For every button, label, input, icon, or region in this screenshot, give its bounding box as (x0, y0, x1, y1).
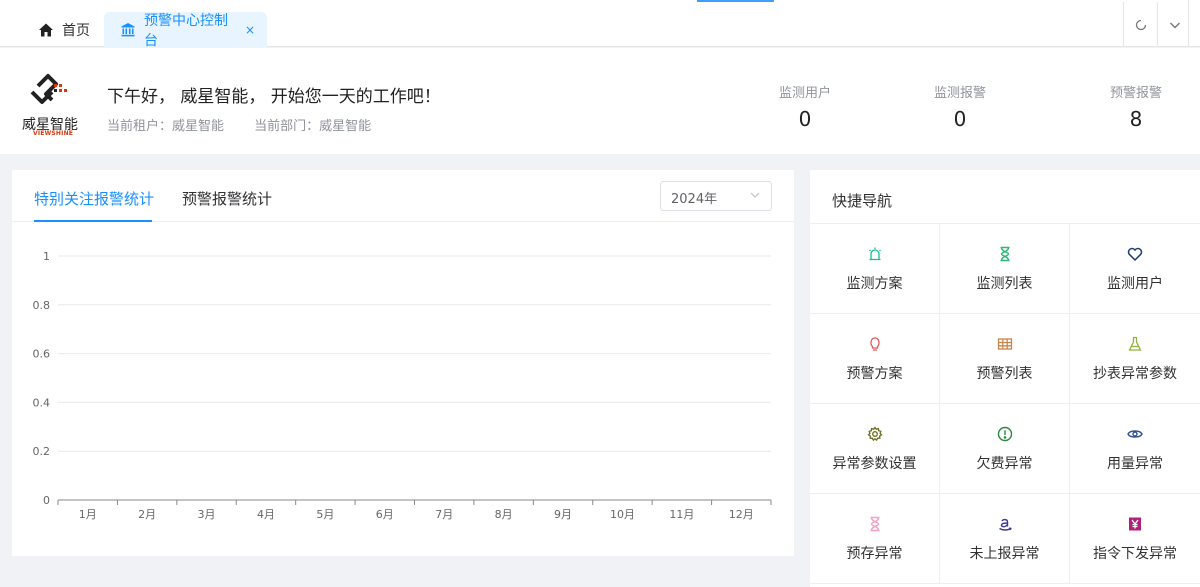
y-tick-label: 0 (43, 494, 50, 507)
stat-label: 预警报警 (1109, 86, 1162, 101)
yen-box-icon (1126, 515, 1144, 533)
x-tick-label: 11月 (669, 508, 694, 521)
stat-monitor-alarms: 监测报警 0 (910, 82, 1010, 131)
hourglass-icon (996, 245, 1014, 263)
stat-label: 监测用户 (778, 86, 831, 101)
eye-icon (1126, 425, 1144, 443)
current-tenant: 当前租户：威星智能 (107, 119, 225, 134)
x-tick-label: 12月 (729, 508, 754, 521)
hourglass-icon (866, 515, 884, 533)
year-select-value: 2024年 (671, 192, 718, 207)
welcome-header: 威星智能 VIEWSHINE 下午好， 威星智能， 开始您一天的工作吧！ 当前租… (0, 48, 1200, 154)
x-tick-label: 9月 (554, 508, 572, 521)
stat-value: 8 (1129, 107, 1143, 131)
refresh-button[interactable] (1123, 2, 1157, 47)
greeting-text: 下午好， 威星智能， 开始您一天的工作吧！ (107, 87, 441, 107)
x-tick-label: 7月 (435, 508, 453, 521)
quick-nav-label: 欠费异常 (976, 455, 1033, 472)
alarm-bar-chart: 00.20.40.60.811月 2月 3月 4月 5月 6月 7月 8月 9月 10月 11月 12… (33, 250, 772, 521)
chart-tabs: 特别关注报警统计 预警报警统计 2024年 (12, 170, 794, 222)
heart-icon (1126, 245, 1144, 263)
gear-icon (866, 425, 884, 443)
stat-value: 0 (798, 107, 812, 131)
quick-nav-item[interactable]: 监测列表 (940, 224, 1070, 314)
quick-nav-label: 指令下发异常 (1093, 545, 1177, 562)
lightbulb-icon (866, 335, 884, 353)
y-tick-label: 0.8 (33, 299, 51, 312)
chevron-down-icon (749, 189, 761, 205)
amazon-icon (996, 515, 1014, 533)
flask-icon (1126, 335, 1144, 353)
logo-text-en: VIEWSHINE (33, 130, 74, 137)
x-tick-label: 6月 (376, 508, 394, 521)
quick-nav-card: 快捷导航 监测方案 监测列表 监测用户预警方案 预警列表 抄表异常参数异常参数设置 欠费异… (810, 170, 1200, 587)
exclamation-circle-icon (996, 425, 1014, 443)
quick-nav-item[interactable]: 用量异常 (1070, 404, 1200, 494)
quick-nav-item[interactable]: 异常参数设置 (810, 404, 940, 494)
tenant-info: 当前租户：威星智能 当前部门：威星智能 (107, 115, 371, 134)
quick-nav-item[interactable]: 预存异常 (810, 494, 940, 584)
y-tick-label: 1 (43, 250, 50, 263)
table-icon (996, 335, 1014, 353)
tab-bar-edge (1188, 0, 1189, 47)
current-department: 当前部门：威星智能 (254, 119, 372, 134)
quick-nav-label: 异常参数设置 (832, 455, 917, 472)
top-accent-bar (697, 0, 774, 2)
tab-warning-alarms[interactable]: 预警报警统计 (182, 188, 272, 209)
quick-nav-label: 用量异常 (1107, 455, 1163, 472)
quick-nav-label: 监测列表 (976, 275, 1033, 292)
x-tick-label: 1月 (79, 508, 97, 521)
refresh-icon (1135, 19, 1146, 30)
quick-nav-item[interactable]: 预警方案 (810, 314, 940, 404)
bank-icon (120, 22, 136, 38)
tab-home-label: 首页 (62, 22, 90, 39)
quick-nav-label: 抄表异常参数 (1093, 365, 1177, 382)
quick-nav-label: 监测方案 (846, 275, 903, 292)
home-icon (38, 22, 54, 38)
tab-bar: 首页 预警中心控制台 × (0, 0, 1200, 49)
stat-value: 0 (953, 107, 967, 131)
y-tick-label: 0.2 (33, 445, 51, 458)
quick-nav-item[interactable]: 预警列表 (940, 314, 1070, 404)
quick-nav-label: 预存异常 (846, 545, 903, 562)
x-tick-label: 2月 (138, 508, 156, 521)
quick-nav-label: 未上报异常 (969, 545, 1040, 562)
y-tick-label: 0.6 (33, 348, 51, 361)
year-select[interactable]: 2024年 (660, 181, 772, 211)
quick-nav-label: 预警方案 (846, 365, 903, 382)
tab-menu-button[interactable] (1157, 2, 1191, 47)
x-tick-label: 5月 (316, 508, 334, 521)
y-tick-label: 0.4 (33, 396, 51, 409)
quick-nav-grid: 监测方案 监测列表 监测用户预警方案 预警列表 抄表异常参数异常参数设置 欠费异常 用量异常… (810, 223, 1200, 584)
tab-warning-console-label: 预警中心控制台 (144, 12, 228, 49)
quick-nav-label: 预警列表 (976, 365, 1033, 382)
tab-special-attention-alarms[interactable]: 特别关注报警统计 (34, 188, 154, 209)
quick-nav-title: 快捷导航 (832, 192, 893, 210)
tab-close-icon[interactable]: × (245, 23, 255, 37)
tab-warning-console[interactable]: 预警中心控制台 × (104, 12, 267, 49)
tab-home[interactable]: 首页 (28, 12, 100, 47)
quick-nav-label: 监测用户 (1107, 275, 1163, 292)
quick-nav-item[interactable]: 监测用户 (1070, 224, 1200, 314)
x-tick-label: 4月 (257, 508, 275, 521)
stat-label: 监测报警 (933, 86, 986, 101)
stat-warning-alarms: 预警报警 8 (1086, 82, 1186, 131)
x-tick-label: 10月 (610, 508, 635, 521)
x-tick-label: 3月 (198, 508, 216, 521)
chevron-down-icon (1169, 22, 1180, 28)
quick-nav-item[interactable]: 指令下发异常 (1070, 494, 1200, 584)
quick-nav-item[interactable]: 未上报异常 (940, 494, 1070, 584)
alarm-light-icon (866, 245, 884, 263)
alarm-statistics-card: 特别关注报警统计 预警报警统计 2024年 0 0.2 0.4 0.6 0.8 1 1月 2月… (12, 170, 794, 556)
quick-nav-item[interactable]: 监测方案 (810, 224, 940, 314)
x-tick-label: 8月 (495, 508, 513, 521)
stat-monitor-users: 监测用户 0 (755, 82, 855, 131)
quick-nav-item[interactable]: 欠费异常 (940, 404, 1070, 494)
quick-nav-item[interactable]: 抄表异常参数 (1070, 314, 1200, 404)
